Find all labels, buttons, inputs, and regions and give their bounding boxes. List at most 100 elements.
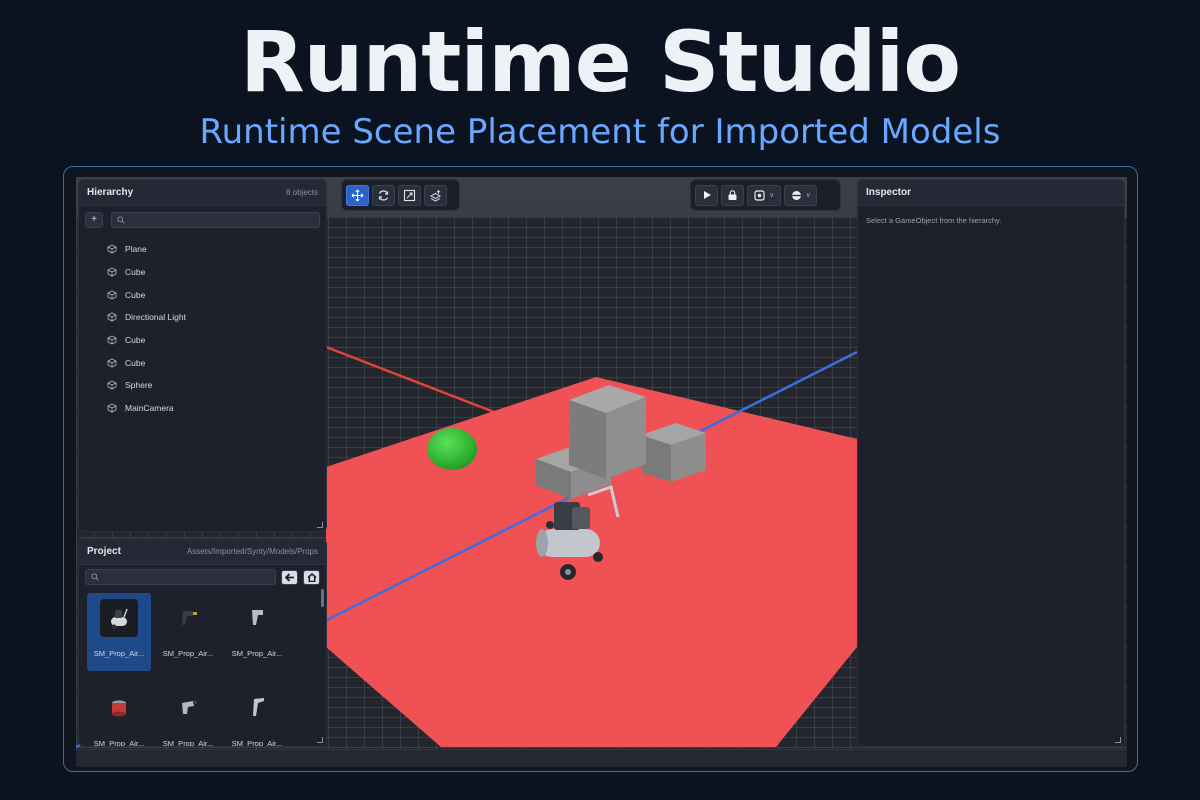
hierarchy-item-label: Cube bbox=[125, 335, 146, 346]
cube-icon bbox=[107, 290, 117, 300]
hierarchy-list: Plane Cube Cube Directional Light Cube C… bbox=[79, 234, 326, 420]
hero-subtitle: Runtime Scene Placement for Imported Mod… bbox=[199, 112, 1001, 152]
home-button[interactable] bbox=[303, 569, 320, 585]
inspector-header: Inspector bbox=[858, 180, 1124, 206]
cube-icon bbox=[107, 358, 117, 368]
asset-thumbnail bbox=[169, 689, 207, 727]
inspector-empty-hint: Select a GameObject from the hierarchy. bbox=[866, 216, 1002, 225]
cube-icon bbox=[107, 244, 117, 254]
hierarchy-item[interactable]: Cube bbox=[79, 261, 326, 284]
project-toolbar bbox=[79, 565, 326, 589]
inspector-panel: Inspector Select a GameObject from the h… bbox=[857, 179, 1125, 747]
asset-thumbnail bbox=[100, 599, 138, 637]
asset-label: SM_Prop_Air... bbox=[231, 739, 283, 747]
cube-icon bbox=[107, 267, 117, 277]
hierarchy-item[interactable]: Cube bbox=[79, 351, 326, 374]
shading-mode-icon bbox=[791, 190, 801, 200]
cube-icon bbox=[107, 335, 117, 345]
chevron-down-icon: v bbox=[806, 191, 811, 199]
home-icon bbox=[307, 572, 316, 582]
hierarchy-title: Hierarchy bbox=[87, 187, 134, 198]
asset-thumbnail bbox=[169, 599, 207, 637]
scale-tool-button[interactable] bbox=[398, 184, 421, 206]
snap-tool-button[interactable] bbox=[424, 184, 447, 206]
asset-label: SM_Prop_Air... bbox=[93, 739, 145, 747]
asset-tile[interactable]: SM_Prop_Air... bbox=[156, 593, 220, 671]
asset-tile[interactable]: SM_Prop_Air... bbox=[225, 593, 289, 671]
hierarchy-item-label: Directional Light bbox=[125, 312, 186, 323]
hierarchy-item[interactable]: Sphere bbox=[79, 374, 326, 397]
asset-scrollbar[interactable] bbox=[321, 589, 324, 607]
hierarchy-search-input[interactable] bbox=[130, 213, 315, 227]
project-panel: Project Assets/Imported/Synty/Models/Pro… bbox=[78, 538, 327, 747]
hierarchy-item-label: Cube bbox=[125, 357, 146, 368]
air-drill-icon bbox=[182, 611, 197, 625]
asset-label: SM_Prop_Air... bbox=[162, 649, 214, 658]
hierarchy-item[interactable]: Cube bbox=[79, 283, 326, 306]
play-button[interactable] bbox=[695, 184, 718, 206]
play-icon bbox=[703, 191, 711, 199]
hierarchy-item[interactable]: Directional Light bbox=[79, 306, 326, 329]
air-gun-icon bbox=[252, 610, 263, 625]
asset-tile[interactable]: SM_Prop_Air... bbox=[87, 593, 151, 671]
hierarchy-item-label: Sphere bbox=[125, 380, 153, 391]
chevron-down-icon: v bbox=[770, 191, 774, 199]
cube-icon bbox=[107, 403, 117, 413]
resize-handle[interactable] bbox=[317, 522, 323, 528]
arrow-left-icon bbox=[284, 572, 294, 582]
app-frame: v v Hierarchy 8 objects + Plane Cube Cub… bbox=[63, 166, 1138, 772]
asset-label: SM_Prop_Air... bbox=[231, 649, 283, 658]
hierarchy-item[interactable]: MainCamera bbox=[79, 397, 326, 420]
rotate-tool-button[interactable] bbox=[372, 184, 395, 206]
transform-toolbar bbox=[341, 179, 460, 211]
scale-tool-icon bbox=[403, 189, 416, 201]
air-compressor-icon bbox=[111, 608, 128, 630]
hierarchy-panel: Hierarchy 8 objects + Plane Cube Cube Di… bbox=[78, 179, 327, 532]
asset-thumbnail bbox=[238, 599, 276, 637]
sphere-object[interactable] bbox=[427, 428, 477, 470]
project-header: Project Assets/Imported/Synty/Models/Pro… bbox=[79, 539, 326, 565]
air-blower-icon bbox=[253, 698, 264, 716]
lock-icon bbox=[728, 189, 737, 200]
search-icon bbox=[91, 573, 99, 581]
lock-button[interactable] bbox=[721, 184, 744, 206]
shading-mode-dropdown[interactable]: v bbox=[783, 184, 817, 206]
hierarchy-item-label: Cube bbox=[125, 267, 146, 278]
hierarchy-item-label: Cube bbox=[125, 289, 146, 300]
asset-tile[interactable]: SM_Prop_Air... bbox=[87, 683, 151, 747]
editor-app: v v Hierarchy 8 objects + Plane Cube Cub… bbox=[76, 177, 1127, 767]
play-toolbar: v v bbox=[690, 179, 841, 211]
project-path: Assets/Imported/Synty/Models/Props bbox=[186, 547, 318, 556]
cube-icon bbox=[107, 312, 117, 322]
asset-tile[interactable]: SM_Prop_Air... bbox=[156, 683, 220, 747]
hierarchy-item[interactable]: Plane bbox=[79, 238, 326, 261]
cube-icon bbox=[107, 381, 117, 390]
air-filter-icon bbox=[112, 700, 126, 717]
add-object-button[interactable]: + bbox=[85, 212, 103, 228]
project-title: Project bbox=[87, 546, 121, 557]
hierarchy-search[interactable] bbox=[111, 212, 320, 228]
asset-grid: SM_Prop_Air... SM_Prop_Air... SM_Prop_Ai… bbox=[79, 589, 326, 747]
resize-handle[interactable] bbox=[1115, 737, 1121, 743]
camera-mode-icon bbox=[754, 189, 765, 201]
asset-thumbnail bbox=[238, 689, 276, 727]
hierarchy-item-label: Plane bbox=[125, 244, 147, 255]
resize-handle[interactable] bbox=[317, 737, 323, 743]
rotate-tool-icon bbox=[378, 189, 389, 201]
hierarchy-item-label: MainCamera bbox=[125, 403, 174, 414]
inspector-title: Inspector bbox=[866, 187, 912, 198]
snap-tool-icon bbox=[429, 189, 442, 202]
asset-label: SM_Prop_Air... bbox=[93, 649, 145, 658]
asset-tile[interactable]: SM_Prop_Air... bbox=[225, 683, 289, 747]
back-button[interactable] bbox=[281, 569, 298, 585]
move-tool-icon bbox=[351, 189, 364, 201]
project-search-input[interactable] bbox=[104, 570, 271, 584]
hierarchy-header: Hierarchy 8 objects bbox=[79, 180, 326, 206]
move-tool-button[interactable] bbox=[346, 184, 369, 206]
status-bar bbox=[76, 749, 1127, 767]
project-search[interactable] bbox=[85, 569, 276, 585]
hero-title: Runtime Studio bbox=[239, 13, 961, 111]
asset-label: SM_Prop_Air... bbox=[162, 739, 214, 747]
camera-mode-dropdown[interactable]: v bbox=[747, 184, 781, 206]
hierarchy-item[interactable]: Cube bbox=[79, 329, 326, 352]
